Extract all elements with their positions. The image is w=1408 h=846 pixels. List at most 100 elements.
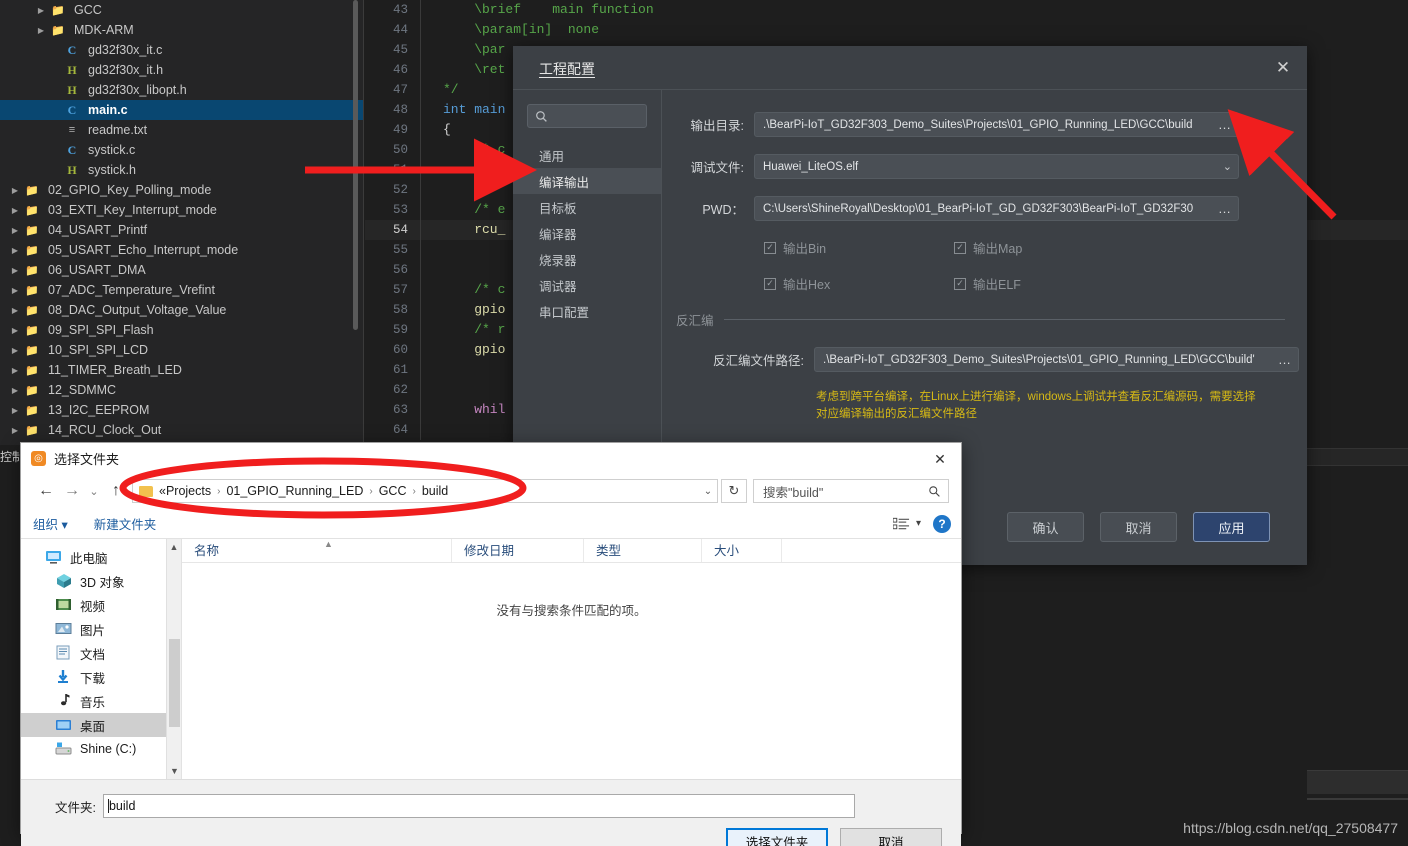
code-line[interactable]: 44 \param[in] none	[365, 20, 1408, 40]
explorer-scrollbar[interactable]	[353, 0, 358, 330]
cancel-button[interactable]: 取消	[1100, 512, 1177, 542]
config-nav-item[interactable]: 调试器	[513, 272, 661, 298]
breadcrumb-item[interactable]: GCC	[379, 484, 407, 498]
chevron-right-icon[interactable]: ▶	[8, 246, 22, 255]
confirm-button[interactable]: 确认	[1007, 512, 1084, 542]
chevron-down-icon[interactable]: ⌄	[699, 486, 717, 497]
tree-item[interactable]: Hsystick.h	[0, 160, 364, 180]
search-input[interactable]: 搜索"build"	[753, 479, 949, 503]
chevron-right-icon[interactable]: ▶	[8, 346, 22, 355]
tree-item[interactable]: ▶📁12_SDMMC	[0, 380, 364, 400]
config-nav-item[interactable]: 烧录器	[513, 246, 661, 272]
tree-item[interactable]: Hgd32f30x_libopt.h	[0, 80, 364, 100]
up-icon[interactable]: ↑	[103, 482, 129, 500]
close-icon[interactable]: ✕	[927, 448, 953, 470]
sidebar-item[interactable]: 此电脑	[21, 545, 181, 569]
recent-locations-icon[interactable]: ⌄	[85, 485, 103, 498]
tree-item[interactable]: Csystick.c	[0, 140, 364, 160]
file-list[interactable]: 名称 修改日期 类型 大小 ▲ 没有与搜索条件匹配的项。	[181, 539, 961, 779]
tree-item[interactable]: ▶📁13_I2C_EEPROM	[0, 400, 364, 420]
output-dir-input[interactable]: .\BearPi-IoT_GD32F303_Demo_Suites\Projec…	[754, 112, 1239, 137]
config-nav-item[interactable]: 编译器	[513, 220, 661, 246]
pwd-input[interactable]: C:\Users\ShineRoyal\Desktop\01_BearPi-Io…	[754, 196, 1239, 221]
debug-file-select[interactable]: Huawei_LiteOS.elf ⌄	[754, 154, 1239, 179]
breadcrumb-item[interactable]: Projects	[166, 484, 211, 498]
pwd-browse-button[interactable]: …	[1214, 201, 1232, 216]
tree-item[interactable]: ▶📁07_ADC_Temperature_Vrefint	[0, 280, 364, 300]
column-type[interactable]: 类型	[584, 539, 702, 562]
view-options-button[interactable]: ▾	[893, 517, 921, 531]
project-explorer[interactable]: ▶📁GCC▶📁MDK-ARMCgd32f30x_it.cHgd32f30x_it…	[0, 0, 364, 445]
tree-item[interactable]: ▶📁11_TIMER_Breath_LED	[0, 360, 364, 380]
column-size[interactable]: 大小	[702, 539, 782, 562]
new-folder-button[interactable]: 新建文件夹	[94, 514, 157, 533]
scrollbar-thumb[interactable]	[169, 639, 180, 727]
chevron-right-icon[interactable]: ▶	[8, 286, 22, 295]
organize-button[interactable]: 组织 ▾	[33, 514, 68, 533]
config-nav-item[interactable]: 通用	[513, 142, 661, 168]
chevron-right-icon[interactable]: ▶	[8, 426, 22, 435]
column-modified[interactable]: 修改日期	[452, 539, 584, 562]
scroll-down-icon[interactable]: ▼	[167, 763, 182, 779]
tree-item[interactable]: ▶📁02_GPIO_Key_Polling_mode	[0, 180, 364, 200]
sidebar-item[interactable]: 图片	[21, 617, 181, 641]
chevron-right-icon[interactable]: ▶	[8, 226, 22, 235]
checkbox-output-elf[interactable]: ✓ 输出ELF	[954, 274, 1144, 293]
select-folder-button[interactable]: 选择文件夹	[726, 828, 828, 846]
column-name[interactable]: 名称	[182, 539, 452, 562]
sidebar-list[interactable]: 此电脑3D 对象视频图片文档下载音乐桌面Shine (C:)	[21, 545, 181, 761]
breadcrumb[interactable]: «Projects›01_GPIO_Running_LED›GCC›build …	[132, 479, 718, 503]
tree-item[interactable]: Cmain.c	[0, 100, 364, 120]
tree-item[interactable]: ▶📁MDK-ARM	[0, 20, 364, 40]
tree-item[interactable]: ▶📁08_DAC_Output_Voltage_Value	[0, 300, 364, 320]
tree-item[interactable]: Hgd32f30x_it.h	[0, 60, 364, 80]
breadcrumb-items[interactable]: «Projects›01_GPIO_Running_LED›GCC›build	[159, 484, 699, 498]
chevron-right-icon[interactable]: ▶	[8, 406, 22, 415]
chevron-down-icon[interactable]: ▾	[916, 518, 921, 529]
folder-picker-sidebar[interactable]: 此电脑3D 对象视频图片文档下载音乐桌面Shine (C:) ▲ ▼	[21, 539, 181, 779]
chevron-right-icon[interactable]: ▶	[8, 386, 22, 395]
tree-item[interactable]: ▶📁10_SPI_SPI_LCD	[0, 340, 364, 360]
chevron-right-icon[interactable]: ▶	[8, 206, 22, 215]
sidebar-item[interactable]: 3D 对象	[21, 569, 181, 593]
chevron-right-icon[interactable]: ▶	[8, 326, 22, 335]
sidebar-item[interactable]: 下载	[21, 665, 181, 689]
checkbox-output-map[interactable]: ✓ 输出Map	[954, 238, 1144, 257]
tree-item[interactable]: ▶📁09_SPI_SPI_Flash	[0, 320, 364, 340]
config-nav-list[interactable]: 通用编译输出目标板编译器烧录器调试器串口配置	[513, 142, 661, 324]
chevron-right-icon[interactable]: ▶	[8, 366, 22, 375]
apply-button[interactable]: 应用	[1193, 512, 1270, 542]
back-icon[interactable]: ←	[33, 482, 59, 500]
tree-item[interactable]: ▶📁03_EXTI_Key_Interrupt_mode	[0, 200, 364, 220]
output-dir-browse-button[interactable]: …	[1214, 117, 1232, 132]
folder-picker-dialog[interactable]: ◎ 选择文件夹 ✕ ← → ⌄ ↑ «Projects›01_GPIO_Runn…	[20, 442, 962, 834]
config-search-box[interactable]	[527, 104, 647, 128]
refresh-icon[interactable]: ↻	[721, 479, 747, 503]
sidebar-item[interactable]: 音乐	[21, 689, 181, 713]
chevron-right-icon[interactable]: ▶	[34, 26, 48, 35]
sidebar-item[interactable]: 文档	[21, 641, 181, 665]
tree-item[interactable]: ▶📁04_USART_Printf	[0, 220, 364, 240]
chevron-right-icon[interactable]: ▶	[8, 266, 22, 275]
chevron-right-icon[interactable]: ▶	[34, 6, 48, 15]
config-nav-item[interactable]: 串口配置	[513, 298, 661, 324]
chevron-right-icon[interactable]: ▶	[8, 306, 22, 315]
disasm-browse-button[interactable]: …	[1274, 352, 1292, 367]
tree-item[interactable]: Cgd32f30x_it.c	[0, 40, 364, 60]
help-icon[interactable]: ?	[933, 515, 951, 533]
sidebar-item[interactable]: 视频	[21, 593, 181, 617]
checkbox-output-hex[interactable]: ✓ 输出Hex	[764, 274, 954, 293]
tree-item[interactable]: ▶📁06_USART_DMA	[0, 260, 364, 280]
project-tree[interactable]: ▶📁GCC▶📁MDK-ARMCgd32f30x_it.cHgd32f30x_it…	[0, 0, 364, 440]
sidebar-item[interactable]: 桌面	[21, 713, 181, 737]
breadcrumb-item[interactable]: «	[159, 484, 166, 498]
tree-item[interactable]: ▶📁14_RCU_Clock_Out	[0, 420, 364, 440]
config-nav-item[interactable]: 目标板	[513, 194, 661, 220]
breadcrumb-item[interactable]: 01_GPIO_Running_LED	[226, 484, 363, 498]
tree-item[interactable]: ≡readme.txt	[0, 120, 364, 140]
chevron-right-icon[interactable]: ▶	[8, 186, 22, 195]
sidebar-scrollbar[interactable]: ▲ ▼	[166, 539, 181, 779]
scroll-up-icon[interactable]: ▲	[167, 539, 181, 555]
disasm-path-input[interactable]: .\BearPi-IoT_GD32F303_Demo_Suites\Projec…	[814, 347, 1299, 372]
sidebar-item[interactable]: Shine (C:)	[21, 737, 181, 761]
